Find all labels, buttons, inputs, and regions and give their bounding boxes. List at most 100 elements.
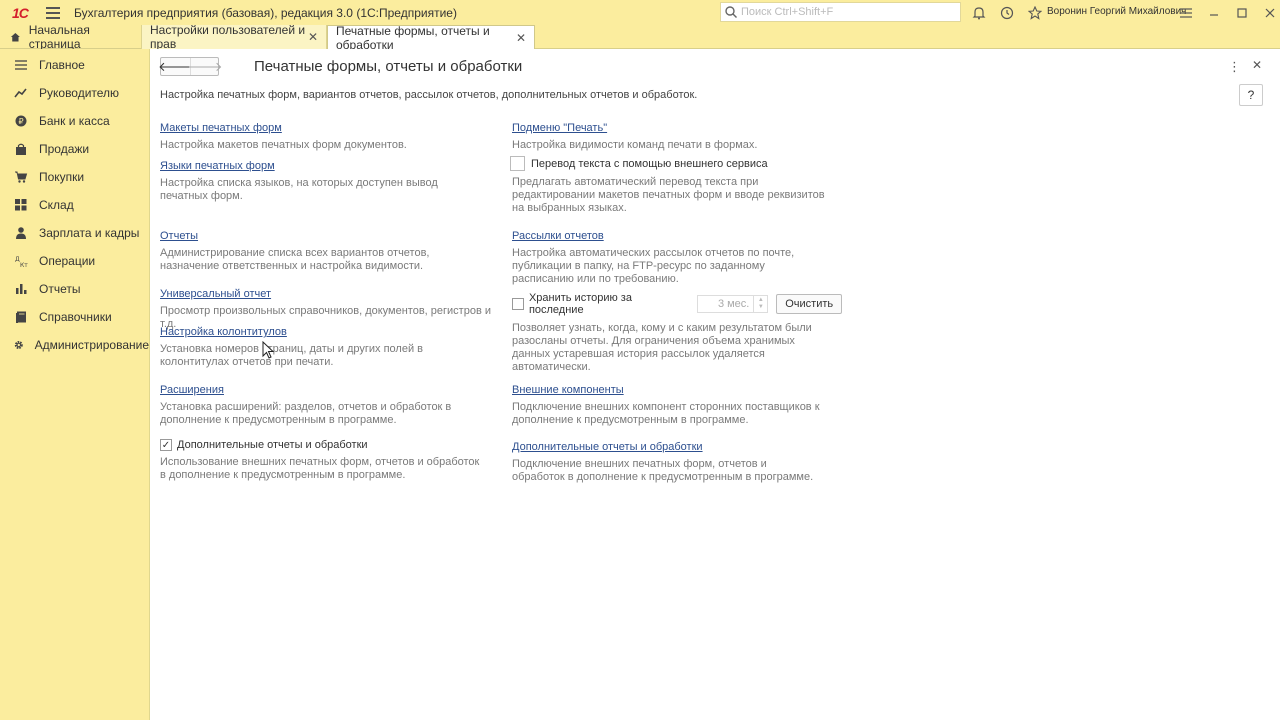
layouts-section: Макеты печатных форм Настройка макетов п… bbox=[160, 120, 495, 152]
forward-button[interactable]: 🡒 bbox=[188, 58, 222, 75]
tab-label: Настройки пользователей и прав bbox=[150, 23, 306, 51]
book-icon bbox=[16, 311, 26, 323]
svg-text:₽: ₽ bbox=[18, 117, 23, 126]
print-submenu-desc: Настройка видимости команд печати в форм… bbox=[512, 139, 758, 151]
main-content: 🡐 🡒 Печатные формы, отчеты и обработки ⋮… bbox=[150, 49, 1280, 720]
translate-desc: Предлагать автоматический перевод текста… bbox=[512, 176, 825, 214]
sidebar-item-sales[interactable]: Продажи bbox=[0, 135, 149, 163]
sidebar-item-bank[interactable]: ₽ Банк и касса bbox=[0, 107, 149, 135]
print-submenu-link[interactable]: Подменю "Печать" bbox=[512, 122, 607, 134]
close-form-icon[interactable]: ✕ bbox=[1252, 58, 1262, 72]
reports-link[interactable]: Отчеты bbox=[160, 230, 198, 242]
menu-icon bbox=[15, 60, 27, 70]
history-period-value: 3 мес. bbox=[717, 298, 750, 310]
clear-history-button[interactable]: Очистить bbox=[776, 294, 842, 314]
headers-desc: Установка номеров страниц, даты и других… bbox=[160, 343, 423, 368]
universal-report-link[interactable]: Универсальный отчет bbox=[160, 288, 271, 300]
sidebar-item-reports[interactable]: Отчеты bbox=[0, 275, 149, 303]
extensions-desc: Установка расширений: разделов, отчетов … bbox=[160, 401, 452, 426]
additional-reports-section: ✓ Дополнительные отчеты и обработки Испо… bbox=[160, 439, 480, 482]
extensions-section: Расширения Установка расширений: раздело… bbox=[160, 382, 470, 427]
extensions-link[interactable]: Расширения bbox=[160, 384, 224, 396]
settings-menu-icon[interactable] bbox=[1172, 0, 1200, 25]
tabs-bar: Начальная страница Настройки пользовател… bbox=[0, 23, 1280, 52]
sidebar-item-label: Операции bbox=[39, 254, 96, 268]
translate-checkbox-row[interactable]: Перевод текста с помощью внешнего сервис… bbox=[510, 156, 830, 171]
external-components-link[interactable]: Внешние компоненты bbox=[512, 384, 624, 396]
global-search[interactable] bbox=[720, 2, 961, 22]
main-menu-icon[interactable] bbox=[46, 6, 60, 19]
bag-icon bbox=[16, 143, 26, 155]
star-icon[interactable] bbox=[1021, 0, 1049, 25]
mouse-cursor-icon bbox=[262, 341, 274, 359]
sidebar-item-catalogs[interactable]: Справочники bbox=[0, 303, 149, 331]
sidebar-item-label: Отчеты bbox=[39, 282, 81, 296]
tab-label: Печатные формы, отчеты и обработки bbox=[336, 23, 490, 52]
mailing-link[interactable]: Рассылки отчетов bbox=[512, 230, 604, 242]
layouts-link[interactable]: Макеты печатных форм bbox=[160, 122, 282, 134]
additional-reports-label: Дополнительные отчеты и обработки bbox=[177, 439, 368, 451]
history-label: Хранить историю за последние bbox=[528, 292, 632, 316]
app-logo: 1С bbox=[12, 4, 29, 21]
reports-desc: Администрирование списка всех вариантов … bbox=[160, 247, 430, 272]
page-subtitle: Настройка печатных форм, вариантов отчет… bbox=[160, 89, 698, 101]
history-desc: Позволяет узнать, когда, кому и с каким … bbox=[512, 322, 812, 373]
sidebar-item-label: Банк и касса bbox=[39, 114, 110, 128]
languages-link[interactable]: Языки печатных форм bbox=[160, 160, 275, 172]
tab-home[interactable]: Начальная страница bbox=[0, 23, 142, 51]
headers-link[interactable]: Настройка колонтитулов bbox=[160, 326, 287, 338]
sidebar-item-label: Продажи bbox=[39, 142, 90, 156]
close-tab-icon[interactable]: ✕ bbox=[516, 31, 526, 45]
sidebar-item-label: Зарплата и кадры bbox=[39, 226, 140, 240]
search-icon bbox=[725, 6, 737, 18]
stepper-arrows-icon[interactable]: ▲ ▼ bbox=[753, 296, 767, 312]
sidebar-item-operations[interactable]: Д Кт Операции bbox=[0, 247, 149, 275]
history-period-stepper[interactable]: 3 мес. ▲ ▼ bbox=[696, 295, 769, 313]
additional-reports-link[interactable]: Дополнительные отчеты и обработки bbox=[512, 441, 703, 453]
sidebar-item-admin[interactable]: Администрирование bbox=[0, 331, 149, 359]
additional-reports-link-desc: Подключение внешних печатных форм, отчет… bbox=[512, 458, 814, 483]
close-tab-icon[interactable]: ✕ bbox=[308, 30, 318, 44]
tab-print-forms[interactable]: Печатные формы, отчеты и обработки ✕ bbox=[327, 23, 535, 52]
sidebar-item-label: Руководителю bbox=[39, 86, 120, 100]
translate-section: Перевод текста с помощью внешнего сервис… bbox=[510, 156, 830, 215]
more-options-icon[interactable]: ⋮ bbox=[1228, 59, 1241, 75]
external-components-section: Внешние компоненты Подключение внешних к… bbox=[512, 382, 822, 427]
headers-section: Настройка колонтитулов Установка номеров… bbox=[160, 324, 485, 369]
svg-text:Кт: Кт bbox=[20, 262, 28, 267]
page-title: Печатные формы, отчеты и обработки bbox=[254, 58, 523, 75]
close-window-icon[interactable] bbox=[1256, 0, 1280, 25]
sidebar-item-main[interactable]: Главное bbox=[0, 51, 149, 79]
additional-reports-desc: Использование внешних печатных форм, отч… bbox=[160, 456, 480, 481]
search-input[interactable] bbox=[741, 6, 951, 18]
sidebar-item-label: Покупки bbox=[39, 170, 85, 184]
trend-icon bbox=[14, 88, 27, 98]
sidebar-item-salary[interactable]: Зарплата и кадры bbox=[0, 219, 149, 247]
sidebar-item-manager[interactable]: Руководителю bbox=[0, 79, 149, 107]
languages-desc: Настройка списка языков, на которых дост… bbox=[160, 177, 438, 202]
user-name[interactable]: Воронин Георгий Михайлович bbox=[1047, 6, 1186, 17]
history-checkbox[interactable] bbox=[512, 298, 524, 310]
back-button[interactable]: 🡐 bbox=[158, 58, 193, 75]
tab-label: Начальная страница bbox=[28, 23, 90, 51]
languages-section: Языки печатных форм Настройка списка язы… bbox=[160, 158, 485, 203]
person-icon bbox=[16, 227, 26, 239]
gear-icon bbox=[14, 341, 23, 349]
sidebar-item-label: Справочники bbox=[39, 310, 112, 324]
additional-reports-checkbox[interactable]: ✓ bbox=[160, 439, 172, 451]
translate-checkbox[interactable] bbox=[510, 156, 525, 171]
history-icon[interactable] bbox=[993, 0, 1021, 25]
help-button[interactable]: ? bbox=[1239, 84, 1263, 106]
cart-icon bbox=[15, 171, 28, 183]
sidebar-item-warehouse[interactable]: Склад bbox=[0, 191, 149, 219]
tab-user-settings[interactable]: Настройки пользователей и прав ✕ bbox=[142, 23, 327, 51]
bell-icon[interactable] bbox=[965, 0, 993, 25]
mailing-section: Рассылки отчетов Настройка автоматически… bbox=[512, 228, 822, 286]
sidebar-item-label: Главное bbox=[39, 58, 85, 72]
operations-icon: ДКт bbox=[15, 256, 28, 267]
sidebar-item-label: Администрирование bbox=[34, 338, 149, 352]
minimize-icon[interactable] bbox=[1200, 0, 1228, 25]
maximize-icon[interactable] bbox=[1228, 0, 1256, 25]
additional-reports-checkbox-row[interactable]: ✓ Дополнительные отчеты и обработки bbox=[160, 439, 480, 451]
sidebar-item-purchases[interactable]: Покупки bbox=[0, 163, 149, 191]
